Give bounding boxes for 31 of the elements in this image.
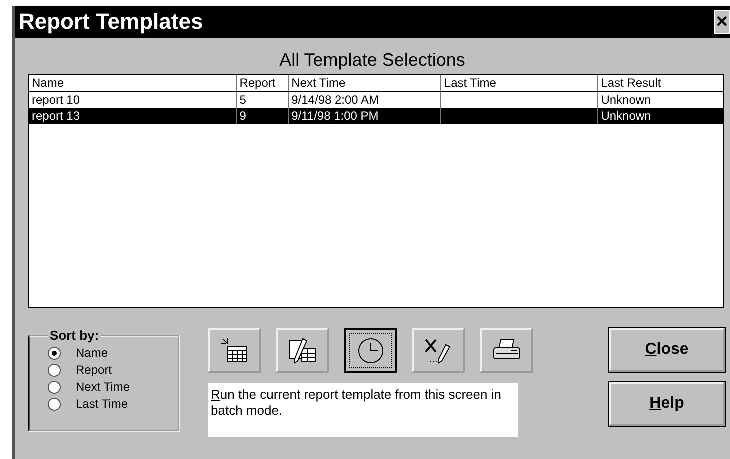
description-text: Run the current report template from this screen in batch mode. <box>208 383 518 437</box>
radio-button[interactable] <box>48 398 61 410</box>
column-header[interactable]: Report <box>236 75 289 91</box>
radio-label[interactable]: Last Time <box>76 397 128 411</box>
column-header[interactable]: Last Time <box>441 75 598 91</box>
toolbar-button[interactable] <box>344 328 397 373</box>
clock-icon <box>356 336 386 364</box>
column-header[interactable]: Last Result <box>598 75 723 91</box>
table-cell: 9/11/98 1:00 PM <box>288 108 442 124</box>
radio-label[interactable]: Name <box>76 346 108 360</box>
table-cell-text: Unknown <box>600 108 652 124</box>
dialog-button[interactable]: Help <box>609 382 725 426</box>
radio-label[interactable]: Report <box>76 363 112 377</box>
radio-label[interactable]: Next Time <box>76 380 130 394</box>
table-cell: report 13 <box>29 108 237 124</box>
dialog-button[interactable]: Close <box>609 328 725 372</box>
pencil-sheet-icon <box>288 336 318 364</box>
list-heading: All Template Selections <box>278 50 466 71</box>
cross-pencil-icon <box>424 336 454 364</box>
table-cell: 9 <box>236 108 289 124</box>
calendar-icon <box>220 336 250 364</box>
radio-button[interactable] <box>48 364 61 376</box>
column-header[interactable]: Next Time <box>288 75 442 91</box>
window-title: Report Templates <box>19 9 204 35</box>
radio-button[interactable] <box>48 380 61 394</box>
group-label: Sort by: <box>49 328 100 343</box>
table-cell-text: Unknown <box>600 92 652 108</box>
column-header[interactable]: Name <box>29 75 237 91</box>
table-row[interactable]: report 13 9 9/11/98 1:00 PM Unknown <box>29 108 723 124</box>
radio-button[interactable] <box>48 346 61 360</box>
close-icon[interactable]: × <box>714 10 730 34</box>
